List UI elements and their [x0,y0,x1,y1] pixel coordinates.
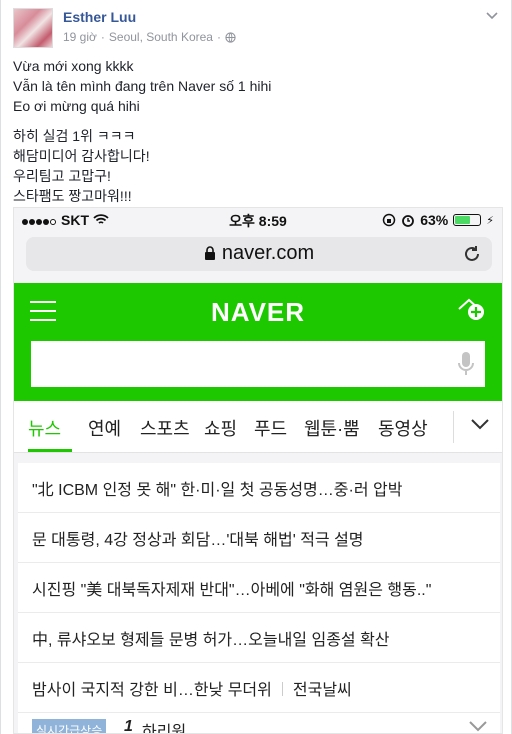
tab-news[interactable]: 뉴스 [28,415,61,441]
meta-separator: · [100,30,105,44]
post-time[interactable]: 19 giờ [63,30,97,44]
post-line-3: Eo ơi mừng quá hihi [13,98,140,114]
tab-food[interactable]: 푸드 [254,415,287,441]
charging-icon: ⚡ [486,214,494,227]
news-item[interactable]: 시진핑 "美 대북독자제재 반대"…아베에 "화해 염원은 행동.." [18,563,500,613]
lock-icon [204,246,215,260]
battery-percent: 63% [420,212,449,228]
naver-header: NAVER [14,283,502,401]
post-meta: 19 giờ · Seoul, South Korea · [63,30,236,44]
tab-sports[interactable]: 스포츠 [140,415,190,441]
news-headline: 밤사이 국지적 강한 비…한낮 무더위 [32,682,272,699]
facebook-post: Esther Luu 19 giờ · Seoul, South Korea ·… [0,0,512,734]
reload-icon[interactable] [462,244,482,264]
rotation-lock-icon [382,213,396,227]
tab-video[interactable]: 동영상 [378,415,428,441]
chevron-down-icon[interactable] [485,8,499,22]
url-text: naver.com [221,242,315,264]
chevron-down-icon[interactable] [470,417,490,431]
news-item[interactable]: "北 ICBM 인정 못 해" 한·미·일 첫 공동성명…중·러 압박 [18,463,500,513]
tab-divider [453,411,454,443]
post-text: Vừa mới xong kkkk Vẫn là tên mình đang t… [13,56,503,206]
post-location[interactable]: Seoul, South Korea [109,30,213,44]
post-line-1: Vừa mới xong kkkk [13,58,134,74]
post-line-ko-2: 해담미디어 감사합니다! [13,148,150,164]
tab-entertainment[interactable]: 연예 [88,415,121,441]
phone-status-bar: SKT 오후 8:59 63% ⚡ [14,208,502,232]
news-list: "北 ICBM 인정 못 해" 한·미·일 첫 공동성명…중·러 압박 문 대통… [18,463,500,733]
meta-separator-2: · [216,30,221,44]
news-headline: 시진핑 "美 대북독자제재 반대"…아베에 "화해 염원은 행동.." [32,582,432,599]
news-headline: 中, 류샤오보 형제들 문병 허가…오늘내일 임종설 확산 [32,632,390,649]
rank-keyword[interactable]: 하리원 [142,718,186,733]
realtime-badge: 실시간급상승 [32,719,107,733]
tab-webtoon[interactable]: 웹툰·뿜 [304,415,360,441]
rank-number: 1 [124,718,133,734]
tab-shopping[interactable]: 쇼핑 [204,415,237,441]
divider [281,682,283,696]
post-line-ko-4: 스타팸도 짱고마워!!! [13,188,132,204]
active-tab-indicator [28,449,72,452]
news-item[interactable]: 中, 류샤오보 형제들 문병 허가…오늘내일 임종설 확산 [18,613,500,663]
chevron-down-icon[interactable] [468,719,488,733]
attached-screenshot[interactable]: SKT 오후 8:59 63% ⚡ naver.com NAVER 뉴스 연예 … [13,207,503,734]
news-item[interactable]: 밤사이 국지적 강한 비…한낮 무더위 전국날씨 [18,663,500,713]
post-line-ko-3: 우리팀고 고맙구! [13,168,111,184]
mic-icon[interactable] [457,351,475,377]
naver-category-tabs: 뉴스 연예 스포츠 쇼핑 푸드 웹툰·뿜 동영상 [14,401,502,453]
news-headline: 문 대통령, 4강 정상과 회담…'대북 해법' 적극 설명 [32,532,364,549]
add-home-icon[interactable] [456,297,486,323]
realtime-rank-bar[interactable]: 실시간급상승 1 하리원 [18,713,500,734]
author-name[interactable]: Esther Luu [63,9,136,25]
weather-link[interactable]: 전국날씨 [293,682,352,699]
post-line-2: Vẫn là tên mình đang trên Naver số 1 hih… [13,78,272,94]
post-line-ko-1: 하히 실검 1위 ㅋㅋㅋ [13,128,136,144]
naver-search-input[interactable] [31,341,485,387]
naver-logo[interactable]: NAVER [14,297,502,328]
news-headline: "北 ICBM 인정 못 해" 한·미·일 첫 공동성명…중·러 압박 [32,482,403,499]
globe-icon[interactable] [225,31,236,43]
news-item[interactable]: 문 대통령, 4강 정상과 회담…'대북 해법' 적극 설명 [18,513,500,563]
author-avatar[interactable] [13,8,53,48]
browser-address-bar[interactable]: naver.com [26,237,492,271]
battery-icon [453,214,482,226]
alarm-icon [402,215,415,227]
